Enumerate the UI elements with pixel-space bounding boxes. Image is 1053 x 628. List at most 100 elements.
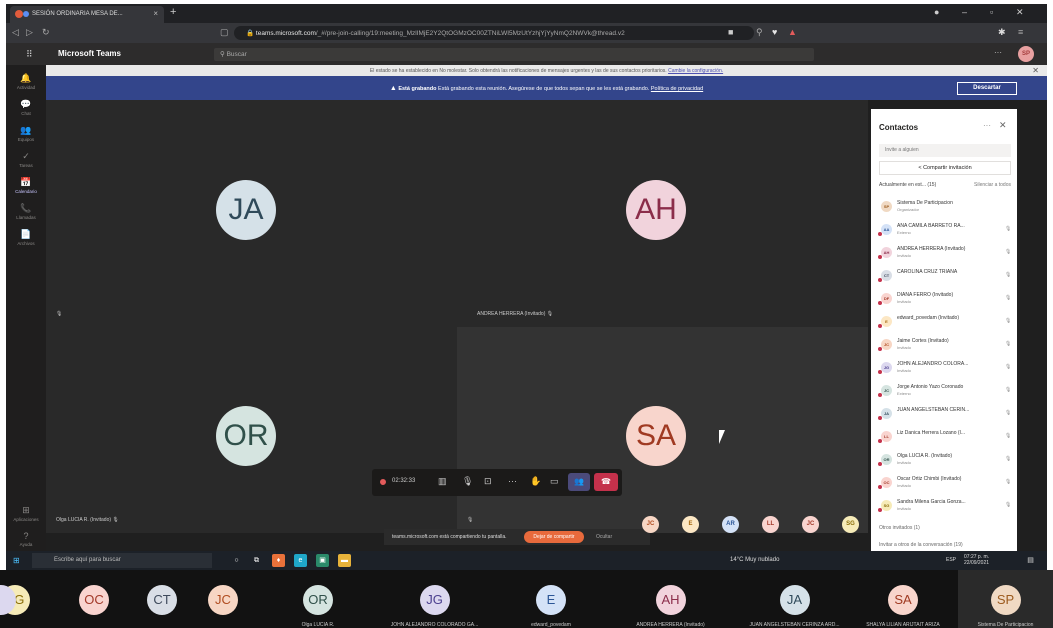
close-icon[interactable]: ✕ [999, 120, 1007, 131]
other-invitees-section[interactable]: Otros invitados (1) [879, 525, 920, 531]
cortana-icon[interactable]: ○ [230, 554, 243, 567]
gallery-tile[interactable]: JC [206, 570, 240, 628]
avatar[interactable]: SG [842, 516, 859, 533]
rail-item-5[interactable]: 📞 Llamadas [12, 203, 40, 220]
rail-item-3[interactable]: ✓ Tareas [12, 151, 40, 168]
stop-sharing-button[interactable]: Dejar de compartir [524, 531, 584, 543]
rail-item-1[interactable]: 💬 Chat [12, 99, 40, 116]
participant-row[interactable]: SP Sistema De Participacion Organizador [879, 196, 1013, 218]
close-tab-icon[interactable]: × [153, 9, 158, 18]
rail-item-4[interactable]: 📅 Calendario [12, 177, 40, 194]
gallery-tile[interactable]: JG JOHN ALEJANDRO COLORADO GA... [375, 570, 494, 628]
maximize-icon[interactable]: ▫ [990, 7, 993, 17]
minimize-icon[interactable]: – [962, 7, 967, 17]
privacy-policy-link[interactable]: Política de privacidad [651, 86, 703, 92]
avatar[interactable]: LL [762, 516, 779, 533]
more-options-icon[interactable]: ··· [983, 121, 991, 130]
participant-row[interactable]: OR Olga LUCIA R. (Invitado) Invitado 🎙 [878, 449, 1013, 471]
rail-item-7[interactable]: ⊞ Aplicaciones [12, 505, 40, 522]
video-tile[interactable]: OR Olga LUCIA R. (Invitado) 🎙 [46, 327, 457, 533]
weather-widget[interactable]: 14°C Muy nublado [730, 557, 779, 563]
change-settings-link[interactable]: Cambie la configuración. [668, 68, 723, 74]
app-launcher-icon[interactable]: ⠿ [26, 49, 33, 60]
participant-row[interactable]: JC Jorge Antonio Yazo Coronado Externo 🎙 [878, 380, 1013, 402]
participant-row[interactable]: SG Sandra Milena Garcia Gonza... Invitado 🎙 [878, 495, 1013, 517]
bookmark-icon[interactable]: ▢ [220, 27, 229, 38]
avatar[interactable]: AR [722, 516, 739, 533]
participant-row[interactable]: AA ANA CAMILA BARRETO RA... Externo 🎙 [878, 219, 1013, 241]
language-indicator[interactable]: ESP [946, 557, 956, 563]
share-screen-icon[interactable]: ⊡ [484, 476, 492, 487]
participant-row[interactable]: LL Liz Danica Herrera Lozano (I... 🎙 [878, 426, 1013, 448]
raise-hand-icon[interactable]: ✋ [530, 476, 541, 487]
participant-row[interactable]: JA JUAN ANGELSTEBAN CERIN... 🎙 [878, 403, 1013, 425]
invite-from-chat-link[interactable]: Invitar a otros de la conversación (19) [879, 542, 963, 548]
close-icon[interactable]: ✕ [1032, 66, 1039, 75]
video-tile[interactable]: AH ANDREA HERRERA (Invitado) 🎙 [457, 100, 868, 327]
avatar[interactable]: JC [802, 516, 819, 533]
warning-icon[interactable]: ▲ [788, 27, 797, 37]
back-icon[interactable]: ◁ [12, 27, 19, 38]
participant-row[interactable]: JC Jaime Cortes (Invitado) Invitado 🎙 [878, 334, 1013, 356]
reload-icon[interactable]: ↻ [42, 27, 50, 38]
participant-row[interactable]: CT CAROLINA CRUZ TRIANA 🎙 [878, 265, 1013, 287]
participant-row[interactable]: DF DIANA FERRO (Invitado) Invitado 🎙 [878, 288, 1013, 310]
gallery-tile[interactable]: Eedward_povedam [499, 570, 603, 628]
rail-item-0[interactable]: 🔔 Actividad [12, 73, 40, 90]
edge-browser-icon[interactable]: e [294, 554, 307, 567]
participant-row[interactable]: AH ANDREA HERRERA (Invitado) Invitado 🎙 [878, 242, 1013, 264]
video-tile[interactable]: SA 🎙 [457, 327, 868, 533]
hide-banner-button[interactable]: Ocultar [596, 534, 612, 540]
camera-off-icon[interactable]: ▥ [438, 476, 447, 487]
extensions-icon[interactable]: ✱ [998, 27, 1006, 38]
new-tab-icon[interactable]: + [170, 6, 176, 18]
search-input[interactable]: ⚲ Buscar [214, 48, 814, 61]
notifications-icon[interactable]: ▤ [1024, 554, 1037, 567]
gallery-tile[interactable]: JA JUAN ANGELSTEBAN CERINZA ARD... [738, 570, 851, 628]
windows-start-icon[interactable]: ⊞ [13, 556, 20, 565]
rail-item-8[interactable]: ? Ayuda [12, 531, 40, 547]
avatar[interactable]: SP [1018, 46, 1034, 62]
gallery-tile[interactable]: OR Olga LUCIA R. [284, 570, 352, 628]
rail-item-6[interactable]: 📄 Archivos [12, 229, 40, 246]
camera-icon[interactable]: ■ [728, 27, 733, 37]
in-meeting-section[interactable]: Actualmente en est... (15) Silenciar a t… [879, 182, 1011, 188]
forward-icon[interactable]: ▷ [26, 27, 33, 38]
share-invite-button[interactable]: < Compartir invitación [879, 161, 1011, 175]
brave-browser-icon[interactable]: ♦ [272, 554, 285, 567]
gallery-tile[interactable]: SA SHALYA LILIAN ARIJTAIT ARIZA [851, 570, 955, 628]
participants-icon[interactable]: 👥 [568, 473, 590, 491]
gallery-tile[interactable]: CT [144, 570, 180, 628]
participant-row[interactable]: Eedward_povedam (Invitado) 🎙 [878, 311, 1013, 333]
menu-icon[interactable]: ≡ [1018, 27, 1023, 37]
address-bar[interactable]: 🔒 teams.microsoft.com/_#/pre-join-callin… [234, 26, 754, 40]
clock[interactable]: 07:27 p. m. 22/09/2021 [964, 554, 989, 566]
more-options-icon[interactable]: ··· [994, 48, 1002, 57]
task-view-icon[interactable]: ⧉ [250, 554, 263, 567]
gallery-tile[interactable]: SP Sistema De Participacion [958, 570, 1053, 628]
file-explorer-icon[interactable]: ▬ [338, 554, 351, 567]
participant-row[interactable]: JG JOHN ALEJANDRO COLORA... Invitado 🎙 [878, 357, 1013, 379]
more-actions-icon[interactable]: ··· [508, 476, 517, 486]
mute-all-button[interactable]: Silenciar a todos [974, 182, 1011, 188]
taskbar-search-input[interactable]: Escribe aquí para buscar [32, 553, 212, 568]
gallery-tile[interactable]: OC [76, 570, 112, 628]
avatar[interactable]: E [682, 516, 699, 533]
gallery-tile[interactable]: AH ANDREA HERRERA (Invitado) [612, 570, 729, 628]
browser-tab[interactable]: SESIÓN ORDINARIA MESA DE... × [10, 6, 164, 23]
invite-input[interactable]: Invite a alguien [879, 144, 1011, 157]
rail-item-2[interactable]: 👥 Equipos [12, 125, 40, 142]
hang-up-icon[interactable]: ☎ [594, 473, 618, 491]
zoom-icon[interactable]: ⚲ [756, 27, 763, 38]
app-title: Microsoft Teams [58, 49, 121, 58]
video-tile[interactable]: JA 🎙 [46, 100, 457, 327]
chat-icon[interactable]: ▭ [550, 476, 559, 487]
mic-icon[interactable]: 🎙 [462, 476, 473, 487]
presence-dot [878, 347, 882, 351]
close-window-icon[interactable]: ✕ [1016, 7, 1024, 18]
avatar[interactable]: JC [642, 516, 659, 533]
shield-icon[interactable]: ♥ [772, 27, 777, 37]
dismiss-recording-button[interactable]: Descartar [957, 82, 1017, 95]
store-icon[interactable]: ▣ [316, 554, 329, 567]
participant-row[interactable]: OC Oscar Ortiz Chimbi (Invitado) Invitado 🎙 [878, 472, 1013, 494]
